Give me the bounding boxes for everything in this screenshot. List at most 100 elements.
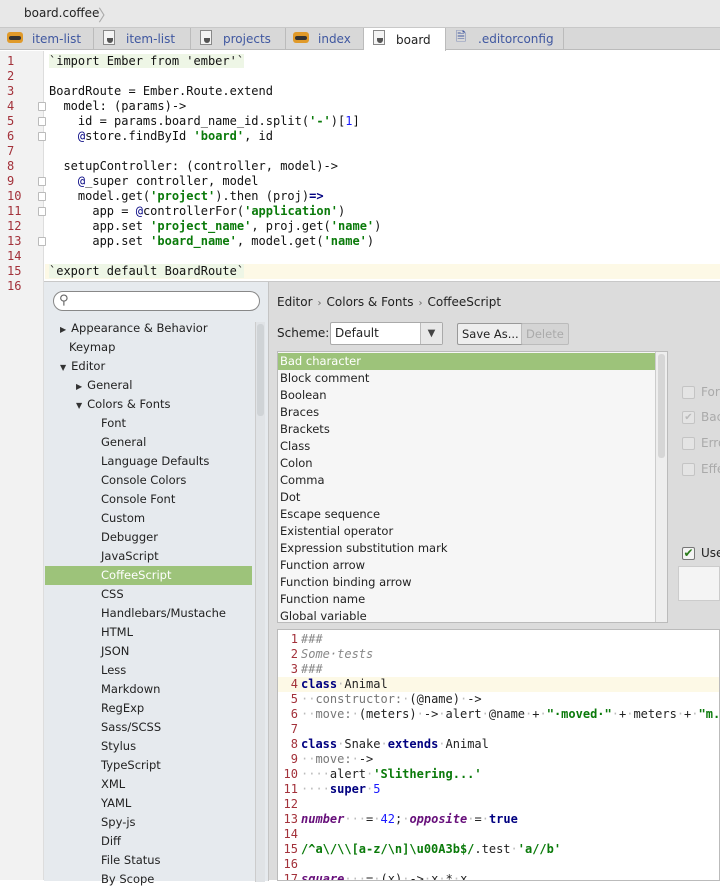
tree-item-label: JavaScript <box>101 549 159 563</box>
fold-marker-icon[interactable] <box>38 117 46 126</box>
code-token: number <box>301 812 345 826</box>
attribute-item[interactable]: Block comment <box>278 370 655 387</box>
preview-line-number: 3 <box>290 662 298 676</box>
fold-marker-icon[interactable] <box>38 132 46 141</box>
preview-line-number: 1 <box>290 632 298 646</box>
tree-item-editor[interactable]: ▼ Editor <box>60 357 105 376</box>
code-token: move: <box>315 707 352 721</box>
tree-item-diff[interactable]: Diff <box>101 832 121 851</box>
expanded-arrow-icon[interactable]: ▼ <box>76 401 82 410</box>
tree-item-css[interactable]: CSS <box>101 585 124 604</box>
code-line: model: (params)-> <box>49 99 186 114</box>
option-checkbox[interactable] <box>682 386 695 399</box>
tree-item-appearance-behavior[interactable]: ▶ Appearance & Behavior <box>60 319 208 338</box>
attribute-list-scrollbar[interactable] <box>655 352 667 622</box>
tree-item-json[interactable]: JSON <box>101 642 129 661</box>
tree-item-label: Custom <box>101 511 146 525</box>
tree-item-regexp[interactable]: RegExp <box>101 699 144 718</box>
tree-item-console-colors[interactable]: Console Colors <box>101 471 186 490</box>
attribute-item[interactable]: Class <box>278 438 655 455</box>
tree-item-font[interactable]: Font <box>101 414 126 433</box>
tree-item-sass-scss[interactable]: Sass/SCSS <box>101 718 161 737</box>
tree-item-colors-fonts[interactable]: ▼ Colors & Fonts <box>76 395 170 414</box>
tree-item-label: By Scope <box>101 872 155 886</box>
breadcrumb-separator: 〉 <box>98 6 115 25</box>
option-checkbox[interactable] <box>682 463 695 476</box>
tree-item-stylus[interactable]: Stylus <box>101 737 136 756</box>
code-token: '-' <box>309 114 331 128</box>
collapsed-arrow-icon[interactable]: ▶ <box>60 325 66 334</box>
fold-marker-icon[interactable] <box>38 237 46 246</box>
tree-item-console-font[interactable]: Console Font <box>101 490 175 509</box>
attribute-item[interactable]: Comma <box>278 472 655 489</box>
breadcrumb-file[interactable]: board.coffee <box>24 6 99 20</box>
line-number: 8 <box>7 159 15 173</box>
tree-item-handlebars-mustache[interactable]: Handlebars/Mustache <box>101 604 226 623</box>
fold-marker-icon[interactable] <box>38 177 46 186</box>
tree-scrollbar[interactable] <box>255 322 265 882</box>
tree-item-keymap[interactable]: Keymap <box>69 338 115 357</box>
collapsed-arrow-icon[interactable]: ▶ <box>76 382 82 391</box>
tree-item-less[interactable]: Less <box>101 661 126 680</box>
attribute-item[interactable]: Brackets <box>278 421 655 438</box>
attribute-item[interactable]: Function arrow <box>278 557 655 574</box>
tree-item-coffeescript[interactable]: CoffeeScript <box>45 566 252 585</box>
attribute-item[interactable]: Dot <box>278 489 655 506</box>
colors-fonts-panel: Editor › Colors & Fonts › CoffeeScript Schem… <box>270 282 720 881</box>
tree-item-markdown[interactable]: Markdown <box>101 680 160 699</box>
tree-item-language-defaults[interactable]: Language Defaults <box>101 452 209 471</box>
tab-itemlist[interactable]: item-list <box>0 28 94 50</box>
option-checkbox[interactable]: ✔ <box>682 547 695 560</box>
code-token: 'Slithering...' <box>373 767 482 781</box>
attribute-item[interactable]: Function binding arrow <box>278 574 655 591</box>
tab-projects[interactable]: projects <box>191 28 286 50</box>
expanded-arrow-icon[interactable]: ▼ <box>60 363 66 372</box>
attribute-item[interactable]: Expression substitution mark <box>278 540 655 557</box>
tree-item-spy-js[interactable]: Spy-js <box>101 813 136 832</box>
option-checkbox[interactable]: ✔ <box>682 411 695 424</box>
preview-line-number: 16 <box>283 857 298 871</box>
preview-line: 3 ### <box>278 662 719 677</box>
tab-editorconfig[interactable]: 🗎 .editorconfig <box>446 28 564 50</box>
code-token: · <box>351 707 359 721</box>
preview-line-number: 12 <box>283 797 298 811</box>
tree-item-debugger[interactable]: Debugger <box>101 528 158 547</box>
tree-item-javascript[interactable]: JavaScript <box>101 547 159 566</box>
settings-search-input[interactable]: ⚲ <box>53 291 260 311</box>
attribute-item[interactable]: Function name <box>278 591 655 608</box>
attribute-item[interactable]: Braces <box>278 404 655 421</box>
preview-line: 4 class·Animal <box>278 677 719 692</box>
chevron-down-icon[interactable]: ▼ <box>420 323 442 344</box>
code-line: app = @controllerFor('application') <box>49 204 345 219</box>
tree-item-html[interactable]: HTML <box>101 623 133 642</box>
delete-button[interactable]: Delete <box>521 323 569 345</box>
tree-item-typescript[interactable]: TypeScript <box>101 756 161 775</box>
tab-index[interactable]: index <box>286 28 364 50</box>
attribute-item[interactable]: Boolean <box>278 387 655 404</box>
attribute-item[interactable]: Escape sequence <box>278 506 655 523</box>
fold-marker-icon[interactable] <box>38 102 46 111</box>
tree-item-file-status[interactable]: File Status <box>101 851 161 870</box>
tree-item-yaml[interactable]: YAML <box>101 794 131 813</box>
attribute-item[interactable]: Global variable <box>278 608 655 622</box>
code-token: setupController: (controller, model)-> <box>49 159 338 173</box>
tree-item-general[interactable]: General <box>101 433 146 452</box>
tab-board[interactable]: board <box>364 28 446 51</box>
save-as-button[interactable]: Save As... <box>457 323 524 345</box>
tree-item-xml[interactable]: XML <box>101 775 125 794</box>
fold-marker-icon[interactable] <box>38 192 46 201</box>
preview-line-number: 13 <box>283 812 298 826</box>
tree-item-custom[interactable]: Custom <box>101 509 145 528</box>
path-item: CoffeeScript <box>427 295 502 309</box>
option-checkbox[interactable] <box>682 437 695 450</box>
tree-item-general[interactable]: ▶ General <box>76 376 132 395</box>
coffee-file-icon <box>370 30 388 49</box>
option-label: For <box>701 385 720 399</box>
tab-itemlist[interactable]: item-list <box>94 28 191 50</box>
fold-marker-icon[interactable] <box>38 207 46 216</box>
mustache-icon <box>6 31 24 47</box>
attribute-item[interactable]: Colon <box>278 455 655 472</box>
attribute-item[interactable]: Existential operator <box>278 523 655 540</box>
attribute-item[interactable]: Bad character <box>278 353 655 370</box>
scheme-select[interactable]: Default ▼ <box>330 322 443 345</box>
